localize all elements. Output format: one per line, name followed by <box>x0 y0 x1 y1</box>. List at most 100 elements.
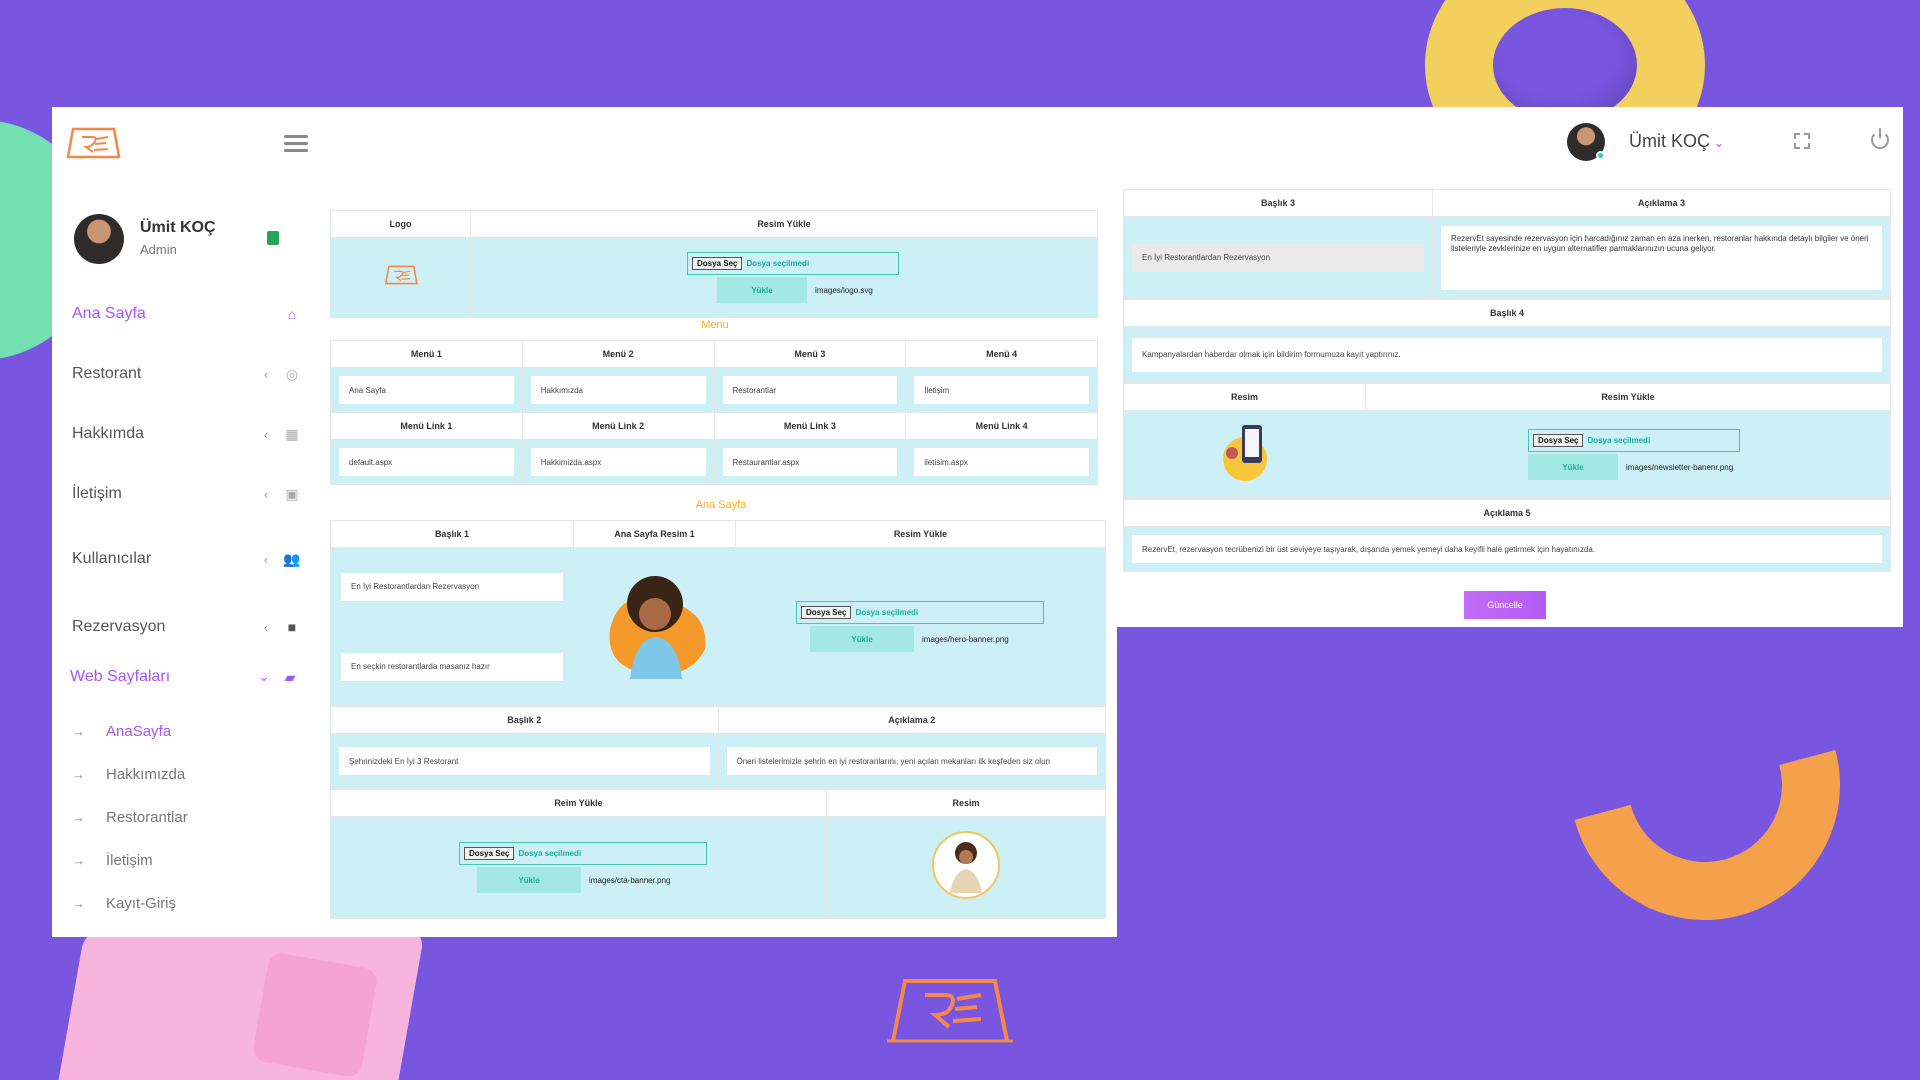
arrow-right-icon: → <box>72 895 85 911</box>
bookmark-icon <box>267 231 279 245</box>
baslik1-sub-input[interactable]: En seçkin restorantlarda masanız hazır <box>341 652 563 681</box>
menu-toggle-icon[interactable] <box>284 135 308 153</box>
file-status: Dosya seçilmedi <box>746 259 810 268</box>
choose-file-button[interactable]: Dosya Seç <box>1533 434 1584 447</box>
menu-link-input[interactable]: default.aspx <box>339 448 514 476</box>
sidebar-item-label: Hakkımda <box>72 425 145 442</box>
file-path: images/logo.svg <box>815 285 873 295</box>
sidebar-subitem-anasayfa[interactable]: → AnaSayfa <box>72 719 171 743</box>
baslik1-input[interactable]: En İyi Restorantlardan Rezervasyon <box>341 572 563 601</box>
menu-link-input[interactable]: iletisim.aspx <box>914 448 1089 476</box>
col-header: Reim Yükle <box>330 789 827 817</box>
upload-button[interactable]: Yükle <box>1528 454 1618 480</box>
newsletter-image <box>1222 425 1267 481</box>
sidebar-logo[interactable] <box>64 125 122 161</box>
col-header: Menü Link 4 <box>905 412 1098 440</box>
choose-file-button[interactable]: Dosya Seç <box>464 847 515 860</box>
col-header: Resim Yükle <box>1365 383 1891 411</box>
sidebar-item-hakkimda[interactable]: Hakkımda ‹ ▦ <box>72 419 302 449</box>
arrow-right-icon: → <box>72 723 85 739</box>
sidebar-item-label: Web Sayfaları <box>70 668 171 685</box>
col-header: Başlık 4 <box>1123 299 1891 327</box>
sidebar-item-kullanicilar[interactable]: Kullanıcılar ‹ 👥 <box>72 544 302 574</box>
file-status: Dosya seçilmedi <box>1587 436 1651 445</box>
col-header: Açıklama 3 <box>1432 189 1891 217</box>
sidebar-item-ana-sayfa[interactable]: Ana Sayfa ⌂ <box>72 299 302 329</box>
sidebar-item-label: Kullanıcılar <box>72 550 152 567</box>
online-status-dot <box>1596 151 1605 160</box>
col-header: Menü Link 2 <box>521 412 715 440</box>
power-icon[interactable] <box>1871 128 1889 149</box>
fullscreen-icon[interactable] <box>1794 133 1810 149</box>
baslik3-input[interactable]: En İyi Restorantlardan Rezervasyon <box>1132 243 1424 272</box>
newsletter-file-input[interactable]: Dosya Seç Dosya seçilmedi <box>1528 429 1740 452</box>
content-area: Logo Resim Yükle Dosya Seç Dosya seçilme… <box>318 107 1117 937</box>
sidebar-item-label: Restorant <box>72 365 142 382</box>
sidebar-subitem-iletisim[interactable]: → İletişim <box>72 848 153 872</box>
orange-arc-decoration <box>1520 600 1890 970</box>
home-icon: ⌂ <box>287 306 297 322</box>
col-header: Ana Sayfa Resim 1 <box>573 520 736 548</box>
sidebar-item-iletisim[interactable]: İletişim ‹ ▣ <box>72 479 302 509</box>
menu-link-input[interactable]: Restaurantlar.aspx <box>722 448 898 476</box>
sidebar-subitem-restorantlar[interactable]: → Restorantlar <box>72 805 188 829</box>
menu-input[interactable]: Ana Sayfa <box>339 376 514 404</box>
arrow-right-icon: → <box>72 766 85 782</box>
upload-button[interactable]: Yükle <box>717 277 807 303</box>
home-form: Başlık 1 Ana Sayfa Resim 1 Resim Yükle E… <box>330 520 1106 919</box>
col-header: Açıklama 5 <box>1123 499 1891 527</box>
aciklama2-input[interactable]: Öneri listelerimizle şehrin en iyi resto… <box>726 747 1097 775</box>
logo-file-input[interactable]: Dosya Seç Dosya seçilmedi <box>687 252 899 275</box>
col-header: Logo <box>330 210 471 238</box>
chevron-left-icon: ‹ <box>263 426 269 442</box>
target-icon: ◎ <box>285 366 299 382</box>
menu-form: Menü 1 Menü 2 Menü 3 Menü 4 Ana Sayfa Ha… <box>330 340 1098 485</box>
sidebar-subitem-hakkimizda[interactable]: → Hakkımızda <box>72 762 185 786</box>
brand-logo <box>887 979 1013 1043</box>
col-header: Menü 3 <box>713 340 907 368</box>
sidebar: Ümit KOÇ Admin Ana Sayfa ⌂ Restorant ‹ ◎… <box>52 107 318 937</box>
cta-file-input[interactable]: Dosya Seç Dosya seçilmedi <box>459 842 707 865</box>
menu-input[interactable]: Restorantlar <box>722 376 898 404</box>
sidebar-subitem-label: Kayıt-Giriş <box>106 894 177 912</box>
chevron-left-icon: ‹ <box>263 366 269 382</box>
file-path: images/hero-banner.png <box>922 634 1009 644</box>
topbar-user-menu[interactable]: Ümit KOÇ ⌄ <box>1629 131 1724 152</box>
right-form: Başlık 3 Açıklama 3 En İyi Restorantlard… <box>1123 189 1891 572</box>
aciklama5-input[interactable]: RezervEt, rezervasyon tecrübenizi bir üs… <box>1132 535 1882 563</box>
upload-button[interactable]: Yükle <box>477 867 581 893</box>
chevron-down-icon: ⌄ <box>1714 136 1725 150</box>
section-title-ana-sayfa: Ana Sayfa <box>695 499 747 511</box>
sidebar-subitem-label: İletişim <box>106 851 153 869</box>
sidebar-item-label: Ana Sayfa <box>72 305 146 322</box>
menu-input[interactable]: İletişim <box>914 376 1089 404</box>
choose-file-button[interactable]: Dosya Seç <box>801 606 852 619</box>
sidebar-subitem-label: Hakkımızda <box>106 765 186 783</box>
file-path: images/newsletter-banenr.png <box>1626 462 1734 472</box>
col-header: Başlık 2 <box>330 706 719 734</box>
update-button[interactable]: Güncelle <box>1464 591 1546 619</box>
admin-top-window: Ümit KOÇ ⌄ Başlık 3 Açıklama 3 En İyi Res… <box>1117 107 1903 627</box>
hero-file-input[interactable]: Dosya Seç Dosya seçilmedi <box>796 601 1044 624</box>
choose-file-button[interactable]: Dosya Seç <box>692 257 743 270</box>
sidebar-item-rezervasyon[interactable]: Rezervasyon ‹ ■ <box>72 612 302 642</box>
menu-link-input[interactable]: Hakkimizda.aspx <box>530 448 706 476</box>
bag-icon: ▰ <box>284 669 296 685</box>
aciklama3-textarea[interactable]: RezervEt sayesinde rezervasyon için harc… <box>1441 225 1882 290</box>
chevron-left-icon: ‹ <box>263 486 269 502</box>
sidebar-subitem-label: Restorantlar <box>106 808 188 826</box>
profile-role: Admin <box>140 242 177 257</box>
sidebar-item-restorant[interactable]: Restorant ‹ ◎ <box>72 359 302 389</box>
baslik4-input[interactable]: Kampanyalardan haberdar olmak için bildi… <box>1132 337 1882 372</box>
sidebar-subitem-kayit-giris[interactable]: → Kayıt-Giriş <box>72 891 176 915</box>
sidebar-item-web-sayfalari[interactable]: Web Sayfaları ⌄ ▰ <box>70 662 300 692</box>
col-header: Resim <box>1123 383 1366 411</box>
square-icon: ■ <box>287 619 297 635</box>
sidebar-item-label: İletişim <box>72 485 122 502</box>
upload-button[interactable]: Yükle <box>810 626 914 652</box>
profile-name: Ümit KOÇ <box>140 219 216 236</box>
menu-input[interactable]: Hakkımızda <box>530 376 706 404</box>
col-header: Menü 1 <box>330 340 523 368</box>
baslik2-input[interactable]: Şehrinizdeki En İyi 3 Restorant <box>339 747 710 775</box>
col-header: Resim Yükle <box>470 210 1098 238</box>
